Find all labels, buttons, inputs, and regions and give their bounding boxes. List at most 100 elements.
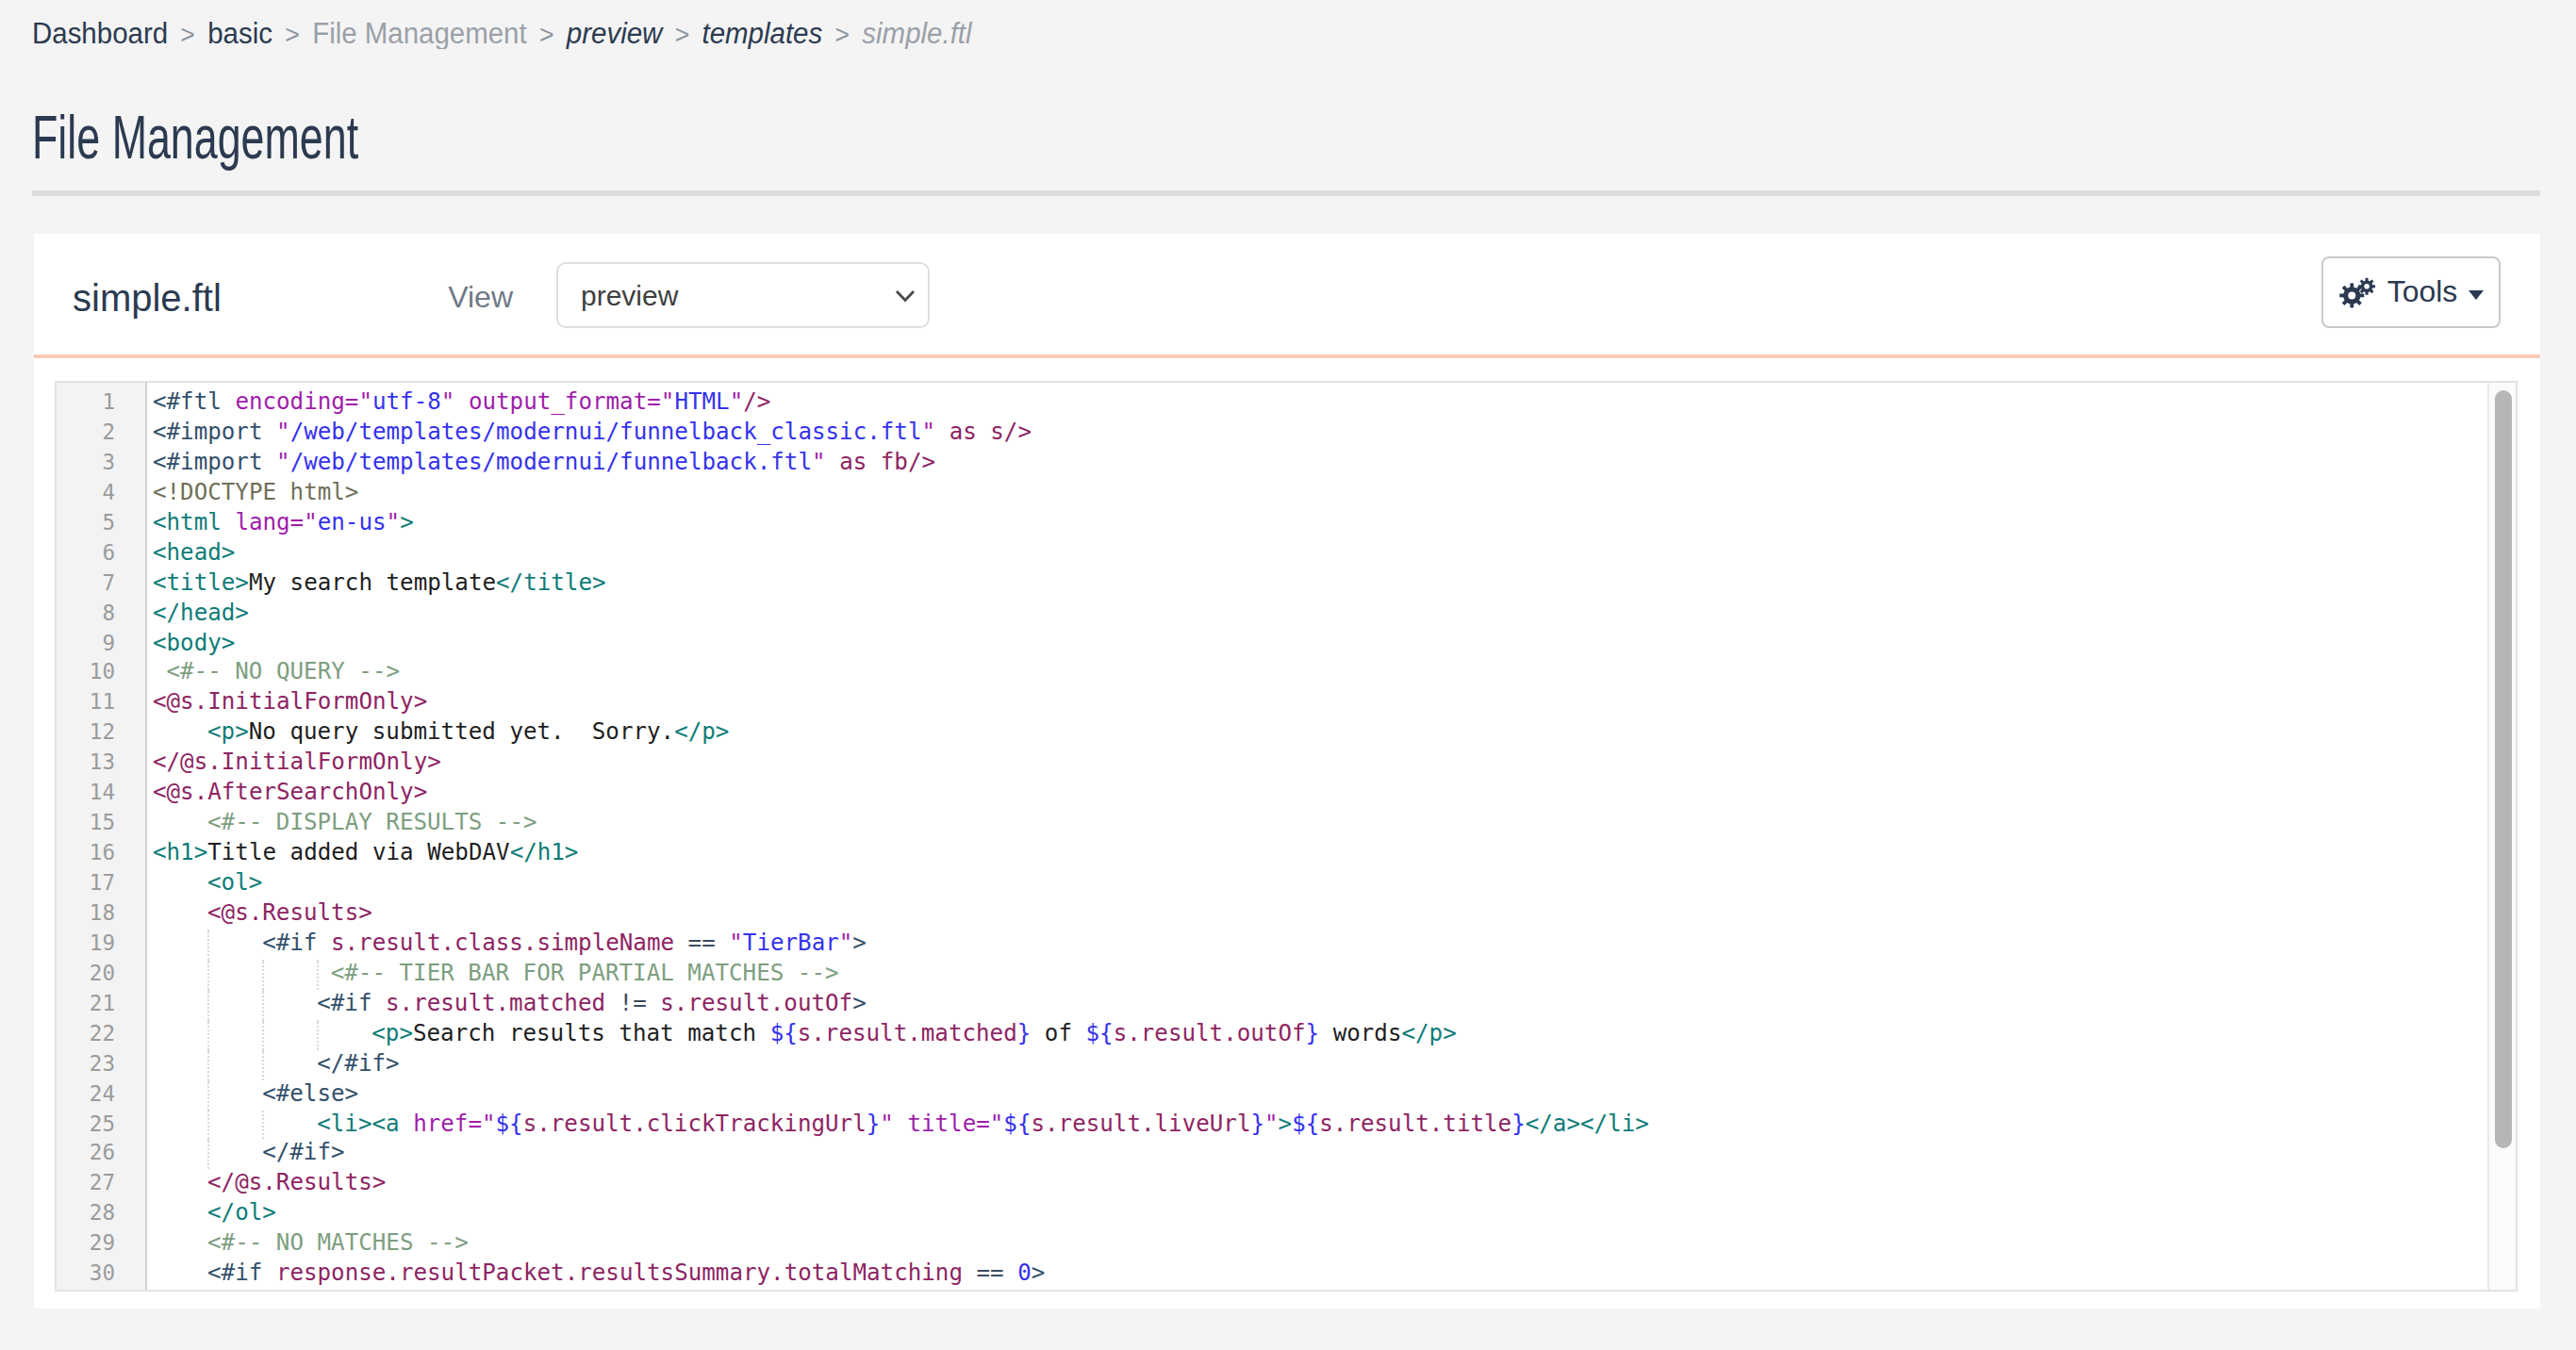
breadcrumb: Dashboard>basic>File Management>preview>… bbox=[32, 17, 972, 51]
indent-guide bbox=[262, 1019, 264, 1049]
code-line: <!DOCTYPE html> bbox=[153, 479, 2486, 509]
code-line: </head> bbox=[153, 599, 2486, 629]
line-number: 12 bbox=[56, 719, 145, 749]
code-line: <#else> bbox=[153, 1079, 2486, 1110]
line-number: 24 bbox=[56, 1079, 145, 1110]
code-line: </#if> bbox=[153, 1049, 2486, 1079]
code-line: <li><a href="${s.result.clickTrackingUrl… bbox=[153, 1110, 2486, 1140]
indent-guide bbox=[207, 1140, 209, 1170]
indent-guide bbox=[317, 1019, 319, 1049]
caret-down-icon bbox=[2469, 289, 2484, 299]
view-select-value: preview bbox=[581, 278, 678, 310]
title-divider bbox=[32, 189, 2540, 195]
view-select[interactable]: preview bbox=[556, 261, 930, 327]
code-lines: <#ftl encoding="utf-8" output_format="HT… bbox=[153, 388, 2486, 1290]
line-number: 5 bbox=[56, 509, 145, 539]
breadcrumb-separator: > bbox=[675, 19, 690, 49]
breadcrumb-item-file-management: File Management bbox=[312, 17, 527, 49]
line-number: 22 bbox=[56, 1019, 145, 1049]
accent-divider bbox=[33, 354, 2540, 359]
code-line: <#-- NO QUERY --> bbox=[153, 659, 2486, 689]
line-number: 15 bbox=[56, 809, 145, 839]
indent-guide bbox=[262, 1110, 264, 1140]
line-number: 19 bbox=[56, 930, 145, 960]
code-line: <@s.Results> bbox=[153, 899, 2486, 930]
line-number: 30 bbox=[56, 1259, 145, 1290]
line-number: 26 bbox=[56, 1140, 145, 1170]
line-number: 10 bbox=[56, 659, 145, 689]
indent-guide bbox=[262, 990, 264, 1020]
line-number: 18 bbox=[56, 899, 145, 930]
line-number: 2 bbox=[56, 419, 145, 449]
line-number: 23 bbox=[56, 1049, 145, 1079]
code-line: <html lang="en-us"> bbox=[153, 509, 2486, 539]
line-number: 4 bbox=[56, 479, 145, 509]
line-number: 7 bbox=[56, 568, 145, 599]
line-number: 21 bbox=[56, 990, 145, 1020]
line-number: 11 bbox=[56, 689, 145, 719]
code-line: <#import "/web/templates/modernui/funnel… bbox=[153, 449, 2486, 479]
code-editor[interactable]: 1234567891011121314151617181920212223242… bbox=[54, 380, 2517, 1291]
line-number: 3 bbox=[56, 449, 145, 479]
line-number: 1 bbox=[56, 388, 145, 419]
code-line: <p>Search results that match ${s.result.… bbox=[153, 1019, 2486, 1049]
gutter-numbers: 1234567891011121314151617181920212223242… bbox=[56, 388, 145, 1290]
indent-guide bbox=[207, 930, 209, 960]
indent-guide bbox=[207, 1110, 209, 1140]
code-line: <ol> bbox=[153, 869, 2486, 899]
breadcrumb-separator: > bbox=[180, 19, 195, 49]
editor-scrollbar bbox=[2486, 382, 2515, 1289]
line-number: 28 bbox=[56, 1200, 145, 1230]
file-name: simple.ftl bbox=[73, 277, 222, 321]
indent-guide bbox=[207, 1079, 209, 1110]
indent-guide bbox=[207, 960, 209, 990]
editor-scrollbar-thumb[interactable] bbox=[2494, 389, 2511, 1147]
line-number: 13 bbox=[56, 749, 145, 780]
line-number: 27 bbox=[56, 1170, 145, 1200]
code-line: </ol> bbox=[153, 1200, 2486, 1230]
breadcrumb-item-templates[interactable]: templates bbox=[702, 17, 823, 49]
line-number: 6 bbox=[56, 538, 145, 568]
code-line: </#if> bbox=[153, 1140, 2486, 1170]
code-line: </@s.InitialFormOnly> bbox=[153, 749, 2486, 780]
indent-guide bbox=[262, 960, 264, 990]
code-line: <p>No query submitted yet. Sorry.</p> bbox=[153, 719, 2486, 749]
breadcrumb-item-dashboard[interactable]: Dashboard bbox=[32, 17, 168, 49]
line-number: 29 bbox=[56, 1230, 145, 1260]
code-line: <#if s.result.class.simpleName == "TierB… bbox=[153, 930, 2486, 960]
chevron-down-icon bbox=[893, 288, 916, 303]
view-label: View bbox=[400, 281, 513, 315]
indent-guide bbox=[262, 1049, 264, 1079]
page: Dashboard>basic>File Management>preview>… bbox=[0, 0, 2576, 1350]
indent-guide bbox=[207, 1049, 209, 1079]
code-line: <#import "/web/templates/modernui/funnel… bbox=[153, 419, 2486, 449]
code-line: <body> bbox=[153, 629, 2486, 659]
line-number: 8 bbox=[56, 599, 145, 629]
page-title: File Management bbox=[32, 104, 358, 173]
code-line: <#-- NO MATCHES --> bbox=[153, 1230, 2486, 1260]
code-line: <#-- DISPLAY RESULTS --> bbox=[153, 809, 2486, 839]
indent-guide bbox=[207, 990, 209, 1020]
breadcrumb-item-basic[interactable]: basic bbox=[207, 17, 272, 49]
code-line: </@s.Results> bbox=[153, 1170, 2486, 1200]
code-line: <#ftl encoding="utf-8" output_format="HT… bbox=[153, 388, 2486, 419]
line-number: 17 bbox=[56, 869, 145, 899]
breadcrumb-item-preview[interactable]: preview bbox=[567, 17, 663, 49]
line-number: 20 bbox=[56, 960, 145, 990]
line-number: 16 bbox=[56, 839, 145, 869]
code-line: <#if s.result.matched != s.result.outOf> bbox=[153, 990, 2486, 1020]
tools-button[interactable]: Tools bbox=[2321, 256, 2501, 328]
breadcrumb-separator: > bbox=[834, 19, 850, 49]
line-number: 9 bbox=[56, 629, 145, 659]
line-number: 25 bbox=[56, 1110, 145, 1140]
breadcrumb-item-simple-ftl: simple.ftl bbox=[862, 17, 971, 49]
line-number: 14 bbox=[56, 779, 145, 809]
code-line: <#-- TIER BAR FOR PARTIAL MATCHES --> bbox=[153, 960, 2486, 990]
code-line: <@s.InitialFormOnly> bbox=[153, 689, 2486, 719]
indent-guide bbox=[207, 1019, 209, 1049]
code-line: <head> bbox=[153, 538, 2486, 568]
code-line: <h1>Title added via WebDAV</h1> bbox=[153, 839, 2486, 869]
tools-button-label: Tools bbox=[2387, 275, 2458, 309]
code-line: <#if response.resultPacket.resultsSummar… bbox=[153, 1259, 2486, 1290]
gears-icon bbox=[2338, 276, 2376, 308]
